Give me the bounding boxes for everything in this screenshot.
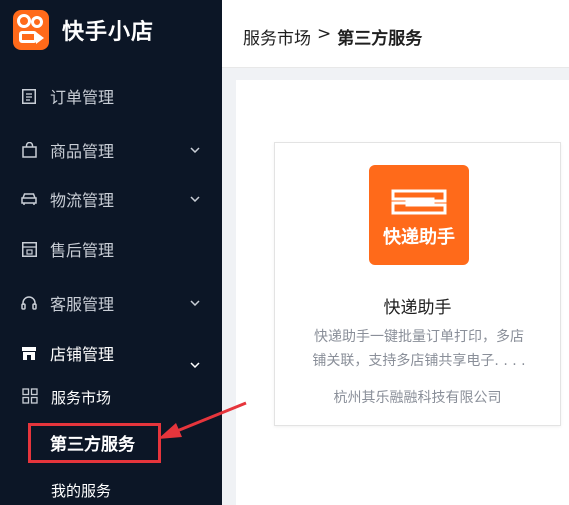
sidebar-item-orders[interactable]: 订单管理 bbox=[0, 81, 222, 111]
sidebar-subitem-my-services[interactable]: 我的服务 bbox=[0, 476, 222, 504]
breadcrumb-separator: > bbox=[317, 24, 332, 44]
breadcrumb-current: 第三方服务 bbox=[337, 29, 423, 49]
company-name: 杭州其乐融融科技有限公司 bbox=[333, 390, 502, 406]
shop-icon bbox=[20, 344, 38, 362]
app-logo-text: 快递助手 bbox=[383, 227, 455, 248]
sidebar-item-label: 订单管理 bbox=[50, 88, 115, 107]
sidebar-item-shop[interactable]: 店铺管理 bbox=[0, 338, 222, 368]
sidebar-subitem-label: 服务市场 bbox=[51, 388, 112, 407]
sidebar-item-label: 商品管理 bbox=[50, 142, 115, 161]
sidebar-subitem-label: 我的服务 bbox=[51, 481, 112, 500]
order-icon bbox=[20, 87, 38, 105]
express-logo-icon bbox=[391, 189, 447, 215]
kuaishou-logo-icon bbox=[13, 10, 49, 50]
app-logo: 快递助手 bbox=[369, 165, 469, 265]
red-arrow-icon bbox=[158, 401, 247, 439]
chevron-down-icon bbox=[186, 141, 204, 159]
sidebar-item-aftersale[interactable]: 售后管理 bbox=[0, 234, 222, 264]
sidebar-item-label: 物流管理 bbox=[50, 191, 115, 210]
service-card[interactable]: 快递助手 快递助手 快递助手一键批量订单打印，多店 铺关联，支持多店铺共享电子.… bbox=[274, 142, 561, 426]
sidebar-item-label: 售后管理 bbox=[50, 241, 115, 260]
app-description: 快递助手一键批量订单打印，多店 铺关联，支持多店铺共享电子. . . . bbox=[289, 325, 549, 373]
breadcrumb-parent[interactable]: 服务市场 bbox=[243, 24, 311, 49]
grid-icon bbox=[22, 388, 40, 406]
sidebar-item-label: 客服管理 bbox=[50, 295, 115, 314]
sidebar-item-customer-service[interactable]: 客服管理 bbox=[0, 288, 222, 318]
car-icon bbox=[20, 190, 38, 208]
app-name: 快递助手 bbox=[383, 298, 452, 318]
app-description-line: 快递助手一键批量订单打印，多店 bbox=[314, 329, 524, 345]
sidebar-item-label: 店铺管理 bbox=[50, 345, 115, 364]
aftersale-icon bbox=[20, 240, 38, 258]
brand[interactable]: 快手小店 bbox=[13, 10, 154, 50]
chevron-down-icon bbox=[186, 190, 204, 208]
chevron-down-icon bbox=[186, 294, 204, 312]
page-header: 服务市场 > 第三方服务 bbox=[222, 0, 569, 68]
bag-icon bbox=[20, 141, 38, 159]
chevron-down-icon bbox=[186, 356, 204, 374]
breadcrumb: 服务市场 > 第三方服务 bbox=[243, 24, 422, 49]
sidebar-item-products[interactable]: 商品管理 bbox=[0, 135, 222, 165]
brand-name: 快手小店 bbox=[62, 20, 155, 45]
sidebar-item-logistics[interactable]: 物流管理 bbox=[0, 184, 222, 214]
app-description-line: 铺关联，支持多店铺共享电子. . . . bbox=[312, 353, 526, 369]
headset-icon bbox=[20, 294, 38, 312]
sidebar-subitem-third-party[interactable]: 第三方服务 bbox=[50, 430, 135, 455]
